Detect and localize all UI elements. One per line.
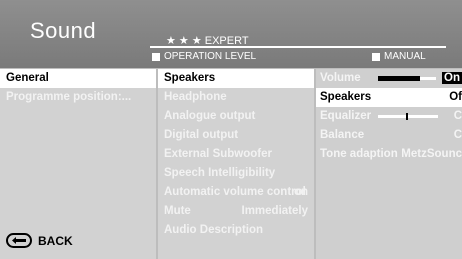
header-bar: Sound ★ ★ ★ EXPERT OPERATION LEVEL MANUA… (0, 0, 462, 68)
level-divider (150, 46, 446, 48)
submenu-item-mute[interactable]: Mute Immediately (158, 202, 314, 221)
checkbox-icon (152, 52, 160, 61)
equalizer-slider[interactable] (378, 113, 438, 120)
operation-level-label: OPERATION LEVEL (164, 51, 257, 62)
speakers-value: Of (449, 91, 462, 103)
settings-panel: Volume 6 On Speakers Of Equalizer C Bala… (316, 69, 462, 259)
submenu-item-analogue-output[interactable]: Analogue output (158, 107, 314, 126)
submenu-item-speech-intelligibility[interactable]: Speech Intelligibility (158, 164, 314, 183)
volume-fill (378, 76, 420, 81)
back-arrow-icon (6, 233, 32, 248)
menu-item-programme-position[interactable]: Programme position:... (0, 88, 156, 107)
sub-menu: Speakers Headphone Analogue output Digit… (158, 69, 314, 259)
manual-option[interactable]: MANUAL (372, 51, 426, 62)
automatic-volume-value: on (293, 186, 308, 198)
submenu-item-digital-output[interactable]: Digital output (158, 126, 314, 145)
balance-value: C (453, 129, 462, 141)
setting-balance[interactable]: Balance C (316, 126, 462, 145)
setting-speakers[interactable]: Speakers Of (316, 88, 462, 107)
page-title: Sound (30, 18, 97, 43)
equalizer-marker (406, 113, 408, 120)
tone-adaption-value: MetzSounc (401, 148, 462, 160)
volume-slider[interactable] (378, 76, 436, 81)
back-button[interactable]: BACK (6, 233, 73, 248)
menu-item-general[interactable]: General (0, 69, 156, 88)
submenu-item-external-subwoofer[interactable]: External Subwoofer (158, 145, 314, 164)
mute-value: Immediately (241, 205, 308, 217)
equalizer-value: C (453, 110, 462, 122)
submenu-item-audio-description[interactable]: Audio Description (158, 221, 314, 240)
setting-volume[interactable]: Volume 6 On (316, 69, 462, 88)
volume-state: On (442, 72, 462, 84)
submenu-item-automatic-volume-control[interactable]: Automatic volume control on (158, 183, 314, 202)
manual-label: MANUAL (384, 51, 426, 62)
back-label: BACK (38, 233, 73, 248)
submenu-item-speakers[interactable]: Speakers (158, 69, 314, 88)
submenu-item-headphone[interactable]: Headphone (158, 88, 314, 107)
operation-level-option[interactable]: OPERATION LEVEL (152, 51, 256, 62)
checkbox-icon (372, 52, 380, 61)
main-menu: General Programme position:... (0, 69, 156, 259)
setting-equalizer[interactable]: Equalizer C (316, 107, 462, 126)
setting-tone-adaption[interactable]: Tone adaption MetzSounc (316, 145, 462, 164)
